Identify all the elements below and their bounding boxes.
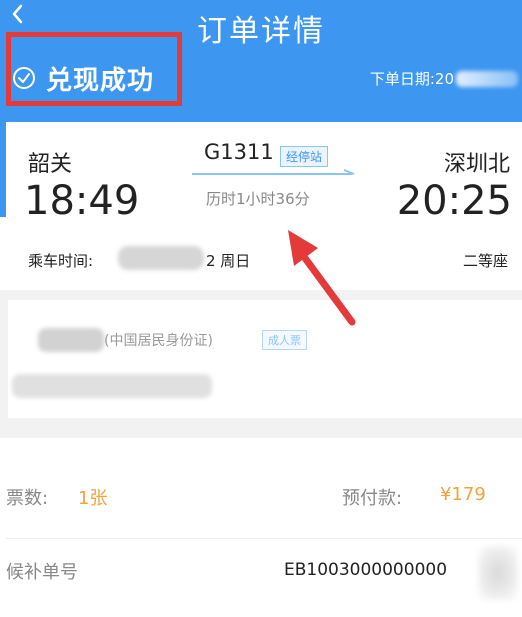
divider xyxy=(6,538,522,539)
trip-card: 韶关 18:49 G1311 经停站 历时1小时36分 深圳北 20:25 乘车… xyxy=(0,122,522,290)
redacted-passenger-name xyxy=(38,328,104,352)
waitlist-number-label: 候补单号 xyxy=(6,562,78,583)
trip-duration: 历时1小时36分 xyxy=(206,190,310,208)
ticket-info-card: 票数: 1张 预付款: ¥179 候补单号 EB1003000000000 xyxy=(0,438,522,617)
seat-class: 二等座 xyxy=(462,252,508,270)
direction-arrow-icon xyxy=(192,169,355,175)
status-text: 兑现成功 xyxy=(46,65,155,96)
ride-day: 2 周日 xyxy=(206,252,251,270)
via-stations-badge[interactable]: 经停站 xyxy=(280,146,329,167)
passenger-card: (中国居民身份证) 成人票 xyxy=(8,300,522,418)
ride-time-label: 乘车时间: xyxy=(28,252,94,270)
ticket-count-value: 1张 xyxy=(78,488,108,509)
departure-station: 韶关 xyxy=(28,152,73,177)
prepay-label: 预付款: xyxy=(342,488,403,509)
order-date-label: 下单日期:20 xyxy=(369,70,454,88)
ticket-type-badge: 成人票 xyxy=(262,330,307,350)
status-indicator: 兑现成功 xyxy=(12,58,154,98)
order-date: 下单日期:20 xyxy=(370,68,518,89)
redacted-order-date xyxy=(456,70,518,87)
red-arrow-annotation xyxy=(288,230,356,326)
check-circle-icon xyxy=(13,67,35,89)
redacted-id-number xyxy=(12,374,212,398)
redacted-waitlist-tail xyxy=(478,546,518,600)
departure-time: 18:49 xyxy=(24,178,140,224)
id-type: (中国居民身份证) xyxy=(104,333,213,349)
train-number: G1311 xyxy=(204,140,274,164)
waitlist-number-value: EB1003000000000 xyxy=(284,560,448,580)
header-bar: 订单详情 兑现成功 下单日期:20 xyxy=(0,0,522,122)
ticket-count-label: 票数: xyxy=(6,488,49,509)
arrival-time: 20:25 xyxy=(396,178,512,224)
prepay-value: ¥179 xyxy=(440,484,486,505)
arrival-station: 深圳北 xyxy=(443,152,510,177)
accent-bar xyxy=(0,122,6,217)
redacted-ride-date xyxy=(118,246,204,270)
